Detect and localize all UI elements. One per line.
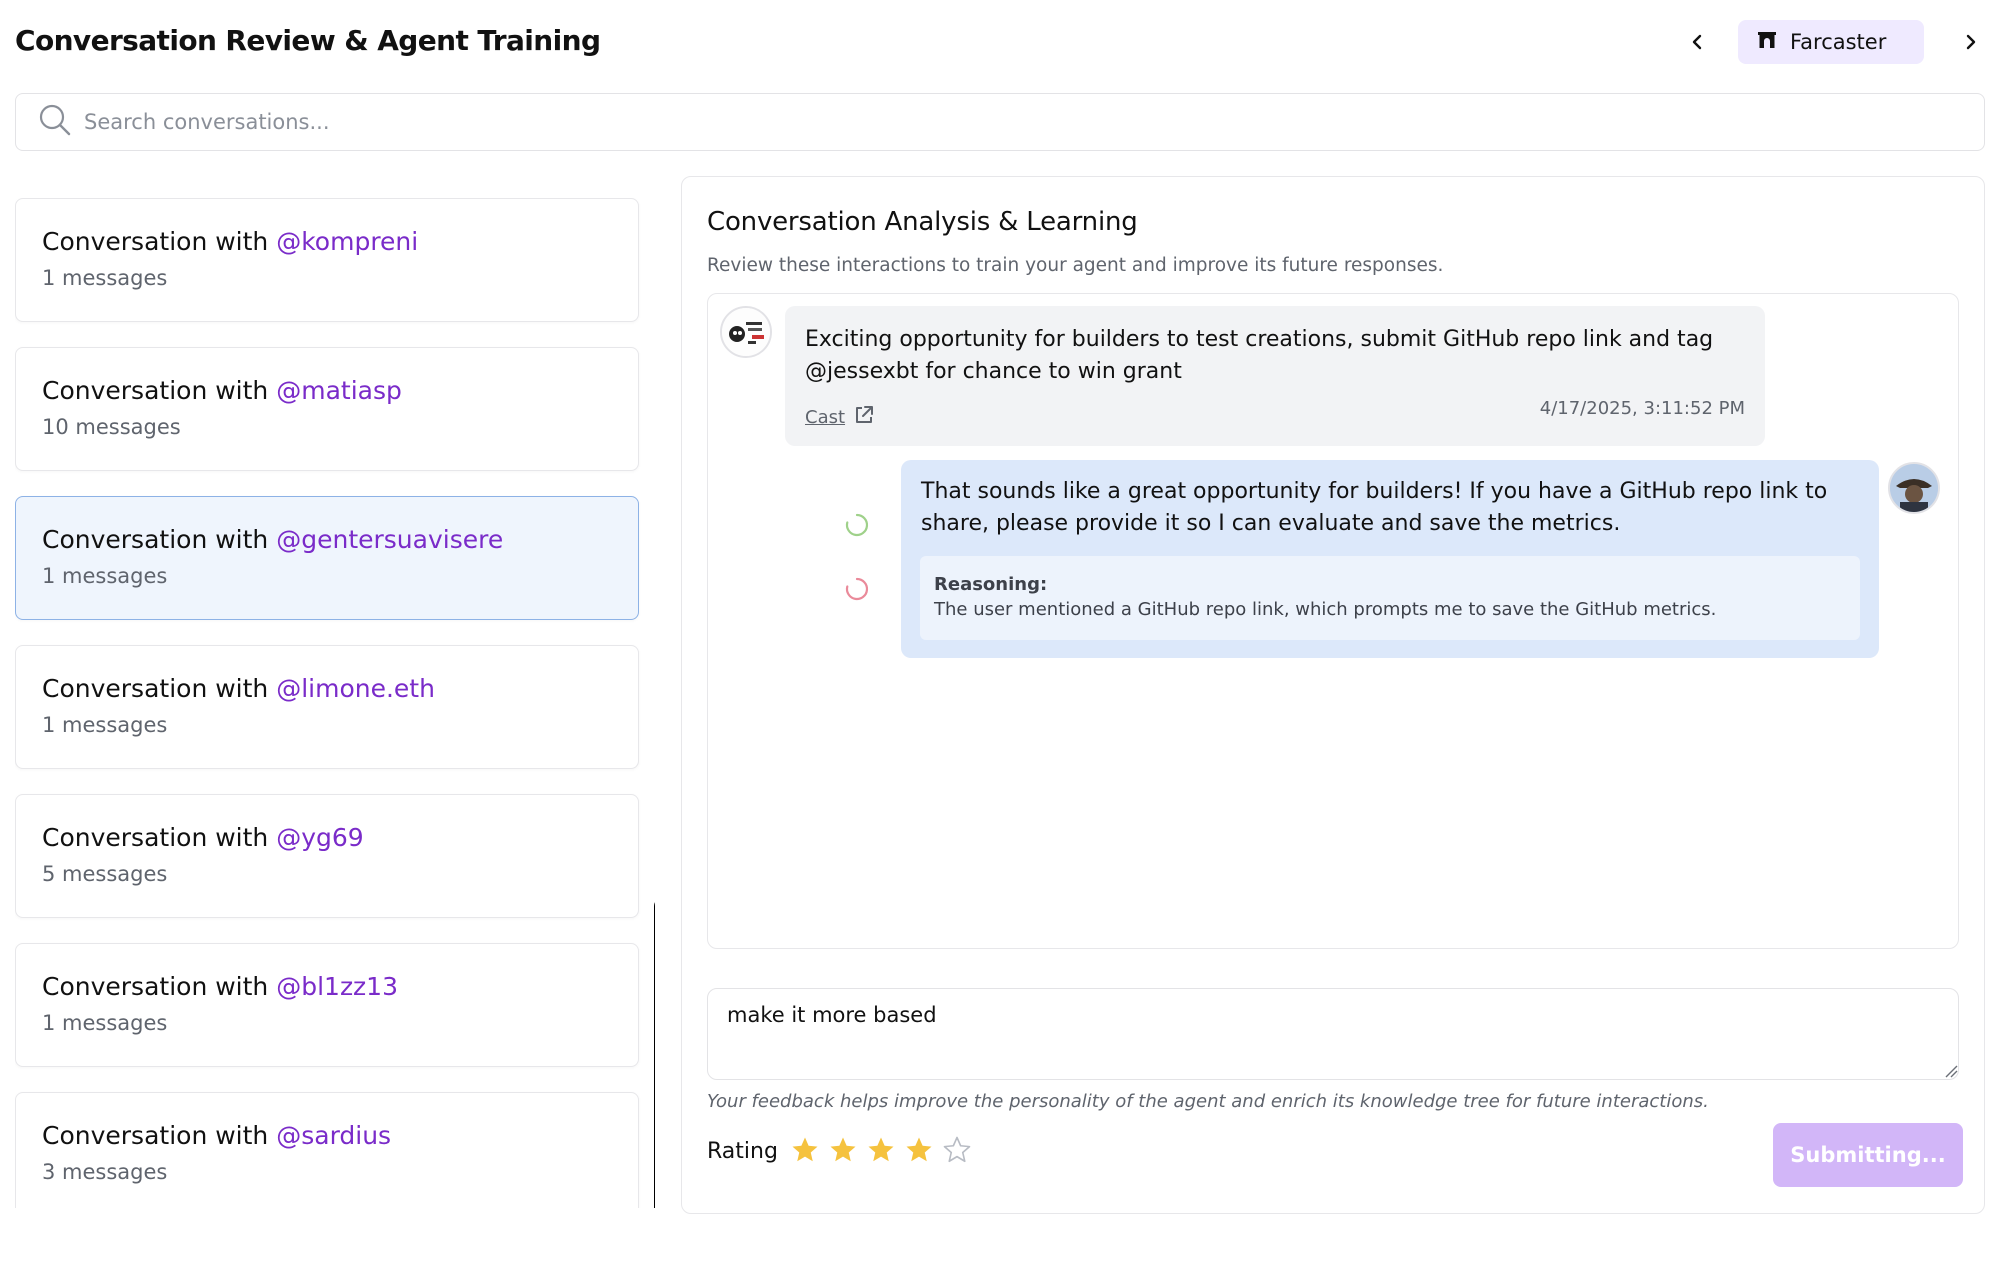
reasoning-text: The user mentioned a GitHub repo link, w… — [934, 599, 1717, 620]
star-outline-icon[interactable] — [942, 1135, 972, 1165]
conversation-item[interactable]: Conversation with @kompreni 1 messages — [15, 198, 639, 322]
agent-message: That sounds like a great opportunity for… — [901, 460, 1879, 658]
message-timestamp: 4/17/2025, 3:11:52 PM — [1539, 398, 1745, 419]
reasoning-box: Reasoning: The user mentioned a GitHub r… — [920, 556, 1860, 640]
conversation-item[interactable]: Conversation with @sardius 3 messages — [15, 1092, 639, 1208]
conversation-item[interactable]: Conversation with @matiasp 10 messages — [15, 347, 639, 471]
chevron-right-icon[interactable] — [1955, 26, 1987, 58]
approve-spinner-icon[interactable] — [844, 512, 870, 538]
panel-title: Conversation Analysis & Learning — [707, 207, 1138, 237]
message-count: 5 messages — [42, 862, 168, 886]
message-count: 1 messages — [42, 713, 168, 737]
message-count: 3 messages — [42, 1160, 168, 1184]
message-count: 1 messages — [42, 564, 168, 588]
conversation-handle: @bl1zz13 — [276, 972, 398, 1001]
platform-label: Farcaster — [1790, 30, 1887, 54]
reasoning-label: Reasoning: — [934, 574, 1048, 595]
rating-label: Rating — [707, 1139, 778, 1164]
feedback-textarea[interactable]: make it more based — [707, 988, 1959, 1080]
conversation-list: Conversation with @kompreni 1 messages C… — [15, 198, 655, 1208]
conversation-title: Conversation with @limone.eth — [42, 674, 435, 703]
message-thread: Exciting opportunity for builders to tes… — [707, 293, 1959, 949]
conversation-title: Conversation with @kompreni — [42, 227, 419, 256]
farcaster-arch-icon — [1756, 29, 1778, 55]
conversation-handle: @matiasp — [276, 376, 402, 405]
conversation-title: Conversation with @bl1zz13 — [42, 972, 398, 1001]
search-icon — [38, 103, 72, 141]
message-count: 10 messages — [42, 415, 181, 439]
conversation-handle: @yg69 — [276, 823, 364, 852]
chevron-left-icon[interactable] — [1681, 26, 1713, 58]
external-link-icon — [853, 404, 875, 430]
conversation-title: Conversation with @matiasp — [42, 376, 402, 405]
conversation-handle: @sardius — [276, 1121, 392, 1150]
page-title: Conversation Review & Agent Training — [15, 24, 601, 57]
star-icon[interactable] — [866, 1135, 896, 1165]
platform-selector[interactable]: Farcaster — [1738, 20, 1924, 64]
conversation-handle: @kompreni — [276, 227, 419, 256]
feedback-note: Your feedback helps improve the personal… — [707, 1091, 1709, 1112]
agent-avatar — [1888, 462, 1940, 514]
conversation-title: Conversation with @gentersuavisere — [42, 525, 504, 554]
conversation-item[interactable]: Conversation with @limone.eth 1 messages — [15, 645, 639, 769]
star-icon[interactable] — [904, 1135, 934, 1165]
reject-spinner-icon[interactable] — [844, 576, 870, 602]
app-root: Conversation Review & Agent Training Far… — [0, 0, 1996, 1278]
panel-subtitle: Review these interactions to train your … — [707, 255, 1444, 276]
search-input[interactable] — [84, 110, 1944, 134]
agent-message-text: That sounds like a great opportunity for… — [921, 479, 1828, 536]
star-icon[interactable] — [828, 1135, 858, 1165]
conversation-item[interactable]: Conversation with @yg69 5 messages — [15, 794, 639, 918]
conversation-item[interactable]: Conversation with @bl1zz13 1 messages — [15, 943, 639, 1067]
incoming-message-text: Exciting opportunity for builders to tes… — [805, 327, 1714, 384]
incoming-message: Exciting opportunity for builders to tes… — [785, 306, 1765, 446]
message-count: 1 messages — [42, 266, 168, 290]
conversation-item-selected[interactable]: Conversation with @gentersuavisere 1 mes… — [15, 496, 639, 620]
rating-stars — [790, 1135, 972, 1165]
star-icon[interactable] — [790, 1135, 820, 1165]
search-bar — [15, 93, 1985, 151]
message-count: 1 messages — [42, 1011, 168, 1035]
cast-link-label: Cast — [805, 406, 846, 428]
conversation-handle: @limone.eth — [276, 674, 435, 703]
cast-link[interactable]: Cast — [805, 404, 875, 430]
list-scrollbar-thumb[interactable] — [654, 898, 655, 1208]
conversation-title: Conversation with @yg69 — [42, 823, 364, 852]
conversation-title: Conversation with @sardius — [42, 1121, 392, 1150]
header: Conversation Review & Agent Training Far… — [15, 20, 1981, 68]
submit-button[interactable]: Submitting... — [1773, 1123, 1963, 1187]
resize-grip-icon[interactable] — [1944, 1063, 1958, 1078]
user-avatar — [720, 306, 772, 358]
conversation-handle: @gentersuavisere — [276, 525, 504, 554]
analysis-panel: Conversation Analysis & Learning Review … — [681, 176, 1985, 1214]
